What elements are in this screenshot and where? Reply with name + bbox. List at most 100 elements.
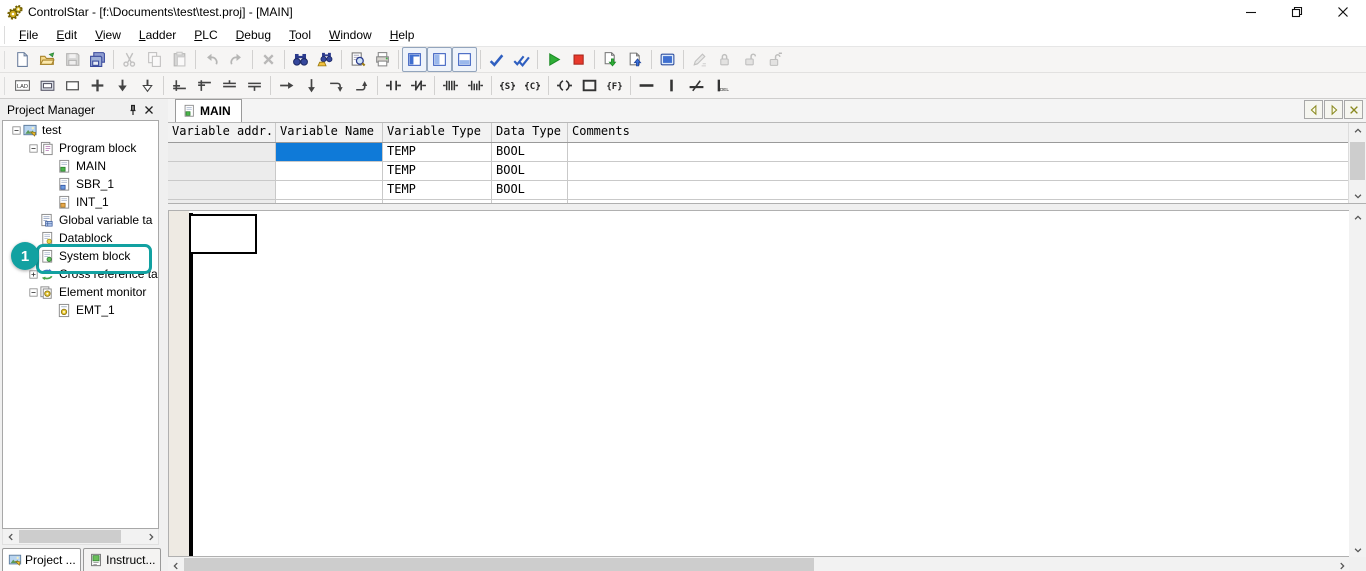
table-cell[interactable] bbox=[568, 162, 1349, 180]
insert-cell-button[interactable] bbox=[85, 73, 110, 98]
scroll-right-icon[interactable] bbox=[1334, 557, 1349, 571]
ladder-selection-cursor[interactable] bbox=[189, 214, 257, 254]
scroll-left-icon[interactable] bbox=[3, 529, 18, 544]
restore-button[interactable] bbox=[1274, 0, 1320, 24]
tree-item-sbr-1[interactable]: SBR_1 bbox=[3, 175, 158, 193]
copy-button[interactable] bbox=[142, 47, 167, 72]
contact-negative-button[interactable] bbox=[463, 73, 488, 98]
rung-insert-above-button[interactable] bbox=[167, 73, 192, 98]
menu-plc[interactable]: PLC bbox=[185, 24, 226, 46]
extend-down-button[interactable] bbox=[299, 73, 324, 98]
table-cell[interactable] bbox=[276, 181, 383, 199]
table-cell[interactable]: TEMP bbox=[383, 181, 492, 199]
branch-up-right-button[interactable] bbox=[349, 73, 374, 98]
table-cell[interactable] bbox=[492, 200, 568, 204]
view-project-window-button[interactable] bbox=[402, 47, 427, 72]
tab-next-button[interactable] bbox=[1324, 100, 1343, 119]
append-row-button[interactable] bbox=[135, 73, 160, 98]
expander-minus-icon[interactable] bbox=[28, 143, 39, 154]
tree-item-global-variable-ta[interactable]: Global variable ta bbox=[3, 211, 158, 229]
close-button[interactable] bbox=[1320, 0, 1366, 24]
element-monitor-button[interactable] bbox=[655, 47, 680, 72]
empty-cell-button[interactable] bbox=[60, 73, 85, 98]
scroll-up-icon[interactable] bbox=[1349, 210, 1366, 225]
menu-tool[interactable]: Tool bbox=[280, 24, 320, 46]
unlock-button[interactable] bbox=[737, 47, 762, 72]
edit-mode-button[interactable] bbox=[687, 47, 712, 72]
menu-file[interactable]: File bbox=[10, 24, 47, 46]
table-cell[interactable]: TEMP bbox=[383, 143, 492, 161]
tree-item-element-monitor[interactable]: Element monitor bbox=[3, 283, 158, 301]
print-button[interactable] bbox=[370, 47, 395, 72]
table-cell[interactable] bbox=[568, 181, 1349, 199]
variable-table-vscrollbar[interactable] bbox=[1348, 123, 1366, 203]
contact-nc-button[interactable] bbox=[406, 73, 431, 98]
table-cell[interactable]: TEMP bbox=[383, 162, 492, 180]
minimize-button[interactable] bbox=[1228, 0, 1274, 24]
tab-prev-button[interactable] bbox=[1304, 100, 1323, 119]
find-button[interactable] bbox=[288, 47, 313, 72]
tab-close-button[interactable] bbox=[1344, 100, 1363, 119]
function-block-button[interactable]: {F} bbox=[602, 73, 627, 98]
rung-delete-button[interactable] bbox=[217, 73, 242, 98]
table-cell[interactable] bbox=[168, 143, 276, 161]
hscroll-thumb[interactable] bbox=[19, 530, 121, 543]
table-cell[interactable] bbox=[568, 200, 1349, 204]
view-variable-window-button[interactable] bbox=[427, 47, 452, 72]
tree-item-emt-1[interactable]: EMT_1 bbox=[3, 301, 158, 319]
branch-right-down-button[interactable] bbox=[324, 73, 349, 98]
insert-row-down-button[interactable] bbox=[110, 73, 135, 98]
vscroll-thumb[interactable] bbox=[1350, 142, 1365, 180]
table-cell[interactable] bbox=[168, 181, 276, 199]
new-file-button[interactable] bbox=[10, 47, 35, 72]
expander-plus-icon[interactable] bbox=[28, 269, 39, 280]
menu-ladder[interactable]: Ladder bbox=[130, 24, 185, 46]
stop-button[interactable] bbox=[566, 47, 591, 72]
print-preview-button[interactable] bbox=[345, 47, 370, 72]
ladder-canvas[interactable] bbox=[168, 210, 1349, 557]
tab-main[interactable]: MAIN bbox=[175, 99, 242, 122]
run-button[interactable] bbox=[541, 47, 566, 72]
table-cell[interactable]: BOOL bbox=[492, 143, 568, 161]
expander-minus-icon[interactable] bbox=[11, 125, 22, 136]
expander-minus-icon[interactable] bbox=[28, 287, 39, 298]
table-cell[interactable] bbox=[168, 162, 276, 180]
scroll-down-icon[interactable] bbox=[1349, 542, 1366, 557]
save-all-button[interactable] bbox=[85, 47, 110, 72]
menu-window[interactable]: Window bbox=[320, 24, 381, 46]
h-line-button[interactable] bbox=[634, 73, 659, 98]
set-coil-button[interactable]: {S} bbox=[495, 73, 520, 98]
compile-all-button[interactable] bbox=[509, 47, 534, 72]
rung-insert-below-button[interactable] bbox=[192, 73, 217, 98]
panel-tab-project[interactable]: Project ... bbox=[2, 548, 81, 571]
table-cell[interactable] bbox=[568, 143, 1349, 161]
lock-button[interactable] bbox=[712, 47, 737, 72]
menu-view[interactable]: View bbox=[86, 24, 130, 46]
find-in-files-button[interactable] bbox=[313, 47, 338, 72]
v-line-button[interactable] bbox=[659, 73, 684, 98]
scroll-down-icon[interactable] bbox=[1349, 188, 1366, 203]
tree-item-main[interactable]: MAIN bbox=[3, 157, 158, 175]
panel-splitter[interactable] bbox=[161, 99, 168, 571]
open-file-button[interactable] bbox=[35, 47, 60, 72]
table-cell[interactable] bbox=[168, 200, 276, 204]
table-cell[interactable]: BOOL bbox=[492, 162, 568, 180]
table-cell[interactable] bbox=[276, 162, 383, 180]
menu-debug[interactable]: Debug bbox=[227, 24, 280, 46]
contact-no-button[interactable] bbox=[381, 73, 406, 98]
upload-from-plc-button[interactable] bbox=[623, 47, 648, 72]
delete-v-line-button[interactable]: DEL bbox=[709, 73, 734, 98]
instruction-box-button[interactable] bbox=[577, 73, 602, 98]
menu-help[interactable]: Help bbox=[381, 24, 424, 46]
table-cell[interactable] bbox=[383, 200, 492, 204]
close-panel-button[interactable] bbox=[141, 102, 157, 118]
extend-right-button[interactable] bbox=[274, 73, 299, 98]
pin-panel-button[interactable] bbox=[125, 102, 141, 118]
menu-edit[interactable]: Edit bbox=[47, 24, 86, 46]
table-cell[interactable]: BOOL bbox=[492, 181, 568, 199]
coil-button[interactable] bbox=[552, 73, 577, 98]
scroll-right-icon[interactable] bbox=[143, 529, 158, 544]
delete-button[interactable] bbox=[256, 47, 281, 72]
scroll-up-icon[interactable] bbox=[1349, 123, 1366, 138]
lad-view-button[interactable]: LAD bbox=[10, 73, 35, 98]
